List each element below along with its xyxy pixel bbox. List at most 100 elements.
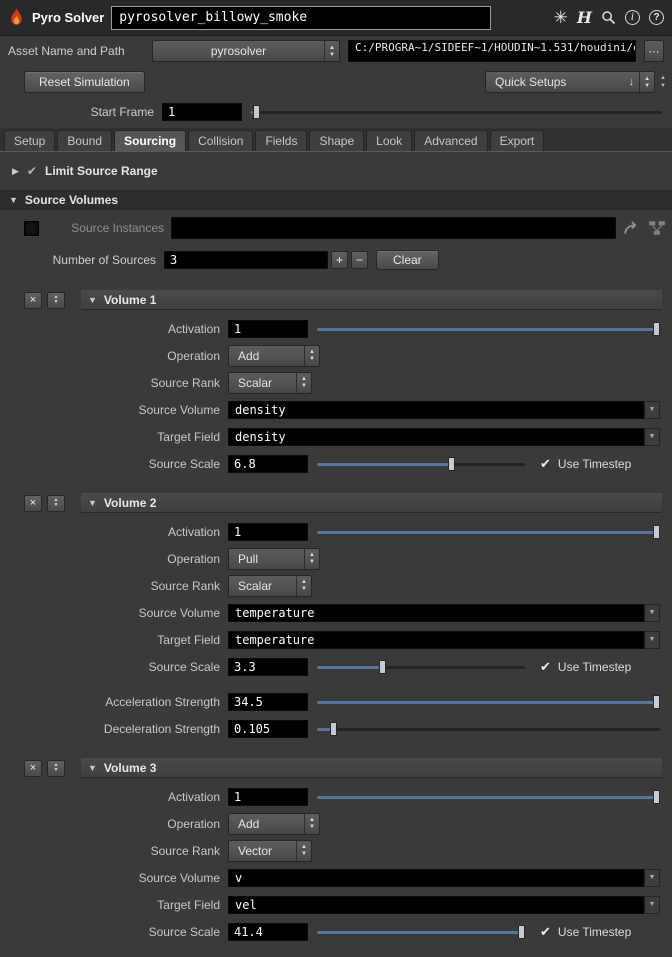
limit-source-range-section[interactable]: ▶ ✔ Limit Source Range bbox=[0, 156, 672, 186]
spinner-icon[interactable]: ▲ ▼ bbox=[639, 72, 654, 92]
activation-input[interactable] bbox=[228, 319, 308, 338]
target-field-input[interactable] bbox=[228, 630, 644, 649]
delete-volume-button[interactable]: × bbox=[24, 494, 42, 512]
deceleration-strength-input[interactable] bbox=[228, 719, 308, 738]
spinner-icon[interactable]: ▲ ▼ bbox=[304, 345, 319, 366]
tab-sourcing[interactable]: Sourcing bbox=[114, 130, 187, 151]
op-jump-icon[interactable] bbox=[623, 219, 641, 237]
start-frame-slider[interactable] bbox=[251, 104, 662, 120]
tab-look[interactable]: Look bbox=[366, 130, 413, 151]
delete-volume-button[interactable]: × bbox=[24, 759, 42, 777]
slider-handle[interactable] bbox=[379, 659, 387, 674]
search-icon[interactable] bbox=[601, 10, 616, 25]
asset-path-field[interactable]: C:/PROGRA~1/SIDEEF~1/HOUDIN~1.531/houdin… bbox=[348, 40, 636, 62]
slider-handle[interactable] bbox=[330, 721, 338, 736]
tab-shape[interactable]: Shape bbox=[309, 130, 365, 151]
spinner-icon[interactable]: ▲ ▼ bbox=[304, 548, 319, 569]
target-field-input[interactable] bbox=[228, 895, 644, 914]
source-volume-input[interactable] bbox=[228, 868, 644, 887]
volume-2-header[interactable]: ▼ Volume 2 bbox=[81, 493, 662, 513]
asset-settings-icon[interactable]: ✳ bbox=[554, 9, 568, 26]
volume-1-header[interactable]: ▼ Volume 1 bbox=[81, 290, 662, 310]
source-scale-input[interactable] bbox=[228, 922, 308, 941]
use-timestep-checkbox[interactable]: ✔ bbox=[540, 457, 551, 470]
reorder-volume-button[interactable]: ▲ ▼ bbox=[47, 759, 65, 777]
source-instances-input[interactable] bbox=[171, 217, 616, 239]
spinner-icon[interactable]: ▲ ▼ bbox=[296, 840, 311, 861]
dropdown-arrow-icon[interactable]: ▼ bbox=[644, 427, 660, 446]
source-rank-dropdown[interactable]: Vector ▲ ▼ bbox=[228, 839, 312, 862]
use-timestep-checkbox[interactable]: ✔ bbox=[540, 925, 551, 938]
remove-source-button[interactable]: − bbox=[351, 251, 368, 269]
spinner-icon[interactable]: ▲ ▼ bbox=[304, 813, 319, 834]
deceleration-strength-slider[interactable] bbox=[317, 721, 660, 737]
slider-handle[interactable] bbox=[252, 105, 260, 119]
dropdown-arrow-icon[interactable]: ▼ bbox=[644, 630, 660, 649]
source-volume-input[interactable] bbox=[228, 603, 644, 622]
slider-handle[interactable] bbox=[447, 456, 455, 471]
volume-3-header[interactable]: ▼ Volume 3 bbox=[81, 758, 662, 778]
node-name-input[interactable] bbox=[111, 5, 492, 30]
slider-handle[interactable] bbox=[653, 789, 660, 804]
houdini-logo-icon[interactable]: H bbox=[577, 8, 592, 27]
source-rank-dropdown[interactable]: Scalar ▲ ▼ bbox=[228, 371, 312, 394]
spinner-icon[interactable]: ▲ ▼ bbox=[296, 575, 311, 596]
source-scale-input[interactable] bbox=[228, 454, 308, 473]
start-frame-input[interactable] bbox=[162, 103, 242, 121]
quick-setups-menu[interactable]: Quick Setups ↓ ▲ ▼ bbox=[485, 71, 656, 93]
delete-volume-button[interactable]: × bbox=[24, 291, 42, 309]
tab-setup[interactable]: Setup bbox=[4, 130, 56, 151]
dropdown-arrow-icon[interactable]: ▼ bbox=[644, 868, 660, 887]
clear-sources-button[interactable]: Clear bbox=[376, 250, 439, 270]
dropdown-arrow-icon[interactable]: ▼ bbox=[644, 603, 660, 622]
source-volumes-section-header[interactable]: ▼ Source Volumes bbox=[0, 190, 672, 210]
source-volume-input[interactable] bbox=[228, 400, 644, 419]
dropdown-arrow-icon[interactable]: ▼ bbox=[644, 895, 660, 914]
tab-collision[interactable]: Collision bbox=[188, 130, 254, 151]
activation-slider[interactable] bbox=[317, 524, 660, 540]
target-field-input[interactable] bbox=[228, 427, 644, 446]
reorder-volume-button[interactable]: ▲ ▼ bbox=[47, 494, 65, 512]
op-chooser-icon[interactable] bbox=[648, 219, 666, 237]
activation-input[interactable] bbox=[228, 787, 308, 806]
source-scale-slider[interactable] bbox=[317, 659, 525, 675]
info-icon[interactable]: i bbox=[625, 10, 640, 25]
source-scale-slider[interactable] bbox=[317, 924, 525, 940]
add-source-button[interactable]: + bbox=[331, 251, 348, 269]
help-icon[interactable]: ? bbox=[649, 10, 664, 25]
tab-fields[interactable]: Fields bbox=[255, 130, 308, 151]
tab-bound[interactable]: Bound bbox=[57, 130, 113, 151]
source-scale-input[interactable] bbox=[228, 657, 308, 676]
section-check-icon[interactable]: ✔ bbox=[27, 164, 37, 178]
slider-handle[interactable] bbox=[653, 694, 660, 709]
use-timestep-label: Use Timestep bbox=[557, 659, 632, 674]
slider-handle[interactable] bbox=[518, 924, 525, 939]
activation-slider[interactable] bbox=[317, 321, 660, 337]
source-instances-checkbox[interactable] bbox=[24, 220, 39, 236]
collapse-right-icon[interactable]: ▶ bbox=[12, 166, 19, 177]
tab-advanced[interactable]: Advanced bbox=[414, 130, 488, 151]
slider-handle[interactable] bbox=[653, 321, 660, 336]
reorder-volume-button[interactable]: ▲ ▼ bbox=[47, 291, 65, 309]
source-rank-dropdown[interactable]: Scalar ▲ ▼ bbox=[228, 574, 312, 597]
slider-handle[interactable] bbox=[653, 524, 660, 539]
path-more-button[interactable]: ⋯ bbox=[644, 40, 664, 62]
spinner-icon[interactable]: ▲ ▼ bbox=[324, 41, 339, 61]
number-of-sources-input[interactable] bbox=[164, 251, 328, 269]
acceleration-strength-slider[interactable] bbox=[317, 694, 660, 710]
tab-export[interactable]: Export bbox=[489, 130, 545, 151]
operation-dropdown[interactable]: Add ▲ ▼ bbox=[228, 812, 320, 835]
operation-dropdown[interactable]: Pull ▲ ▼ bbox=[228, 547, 320, 570]
operation-dropdown[interactable]: Add ▲ ▼ bbox=[228, 344, 320, 367]
reset-simulation-button[interactable]: Reset Simulation bbox=[24, 71, 145, 93]
collapse-down-icon[interactable]: ▼ bbox=[9, 195, 18, 205]
use-timestep-checkbox[interactable]: ✔ bbox=[540, 660, 551, 673]
panel-spinner-icon[interactable]: ▲ ▼ bbox=[660, 75, 666, 89]
activation-input[interactable] bbox=[228, 522, 308, 541]
asset-select[interactable]: pyrosolver ▲ ▼ bbox=[152, 40, 340, 62]
dropdown-arrow-icon[interactable]: ▼ bbox=[644, 400, 660, 419]
activation-slider[interactable] bbox=[317, 789, 660, 805]
acceleration-strength-input[interactable] bbox=[228, 692, 308, 711]
source-scale-slider[interactable] bbox=[317, 456, 525, 472]
spinner-icon[interactable]: ▲ ▼ bbox=[296, 372, 311, 393]
